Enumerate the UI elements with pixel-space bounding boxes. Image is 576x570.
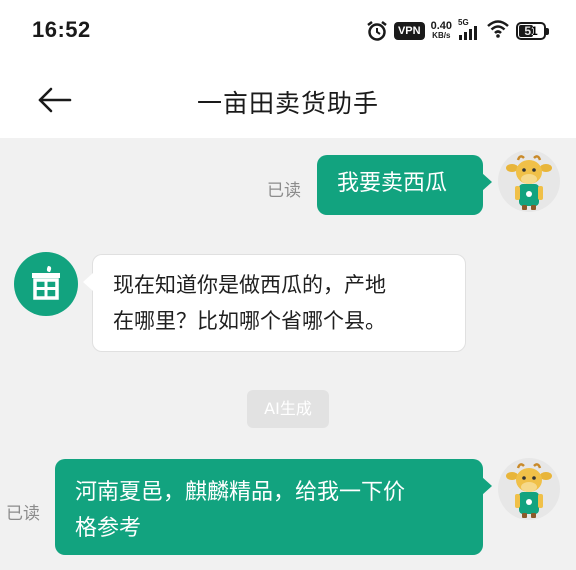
message-bubble-outgoing[interactable]: 我要卖西瓜	[317, 155, 492, 215]
battery-level: 51	[524, 24, 538, 38]
page-title: 一亩田卖货助手	[196, 89, 379, 118]
status-icons: VPN 0.40 KB/s 5G 51	[366, 18, 549, 44]
cell-signal-icon: 5G	[458, 18, 480, 42]
cow-mascot-icon	[506, 155, 552, 210]
user-avatar[interactable]	[498, 150, 560, 212]
read-status: 已读	[6, 504, 40, 524]
wifi-icon	[486, 19, 510, 43]
user-avatar[interactable]	[498, 458, 560, 520]
message-text-line: 在哪里？比如哪个省哪个县。	[113, 309, 386, 333]
storefront-icon	[32, 266, 60, 300]
network-speed-unit: KB/s	[432, 31, 451, 40]
network-speed-value: 0.40	[430, 20, 452, 32]
network-speed: 0.40 KB/s	[431, 21, 452, 41]
message-text-line: 河南夏邑，麒麟精品，给我一下价	[75, 480, 406, 505]
cow-mascot-icon	[506, 463, 552, 518]
app-header: 一亩田卖货助手	[0, 60, 576, 138]
message-text-line: 现在知道你是做西瓜的，产地	[113, 273, 386, 297]
message-text-line: 格参考	[75, 516, 142, 541]
vpn-badge: VPN	[393, 22, 425, 40]
ai-generated-tag: AI生成	[247, 390, 329, 428]
assistant-avatar[interactable]	[14, 252, 78, 316]
message-bubble-outgoing[interactable]: 河南夏邑，麒麟精品，给我一下价 格参考	[55, 459, 492, 555]
status-time: 16:52	[32, 17, 91, 42]
message-text: 我要卖西瓜	[337, 171, 448, 196]
message-bubble-incoming[interactable]: 现在知道你是做西瓜的，产地 在哪里？比如哪个省哪个县。	[83, 254, 466, 352]
chat-area[interactable]: 已读 我要卖西瓜 现在知道你是做西瓜的，产地 在哪里？比如哪个省哪个县。 AI生…	[0, 138, 576, 570]
read-status: 已读	[267, 181, 301, 201]
alarm-clock-icon	[366, 20, 388, 42]
status-bar: 16:52 VPN 0.40 KB/s 5G 51	[0, 0, 576, 60]
battery-icon: 51	[516, 22, 549, 40]
